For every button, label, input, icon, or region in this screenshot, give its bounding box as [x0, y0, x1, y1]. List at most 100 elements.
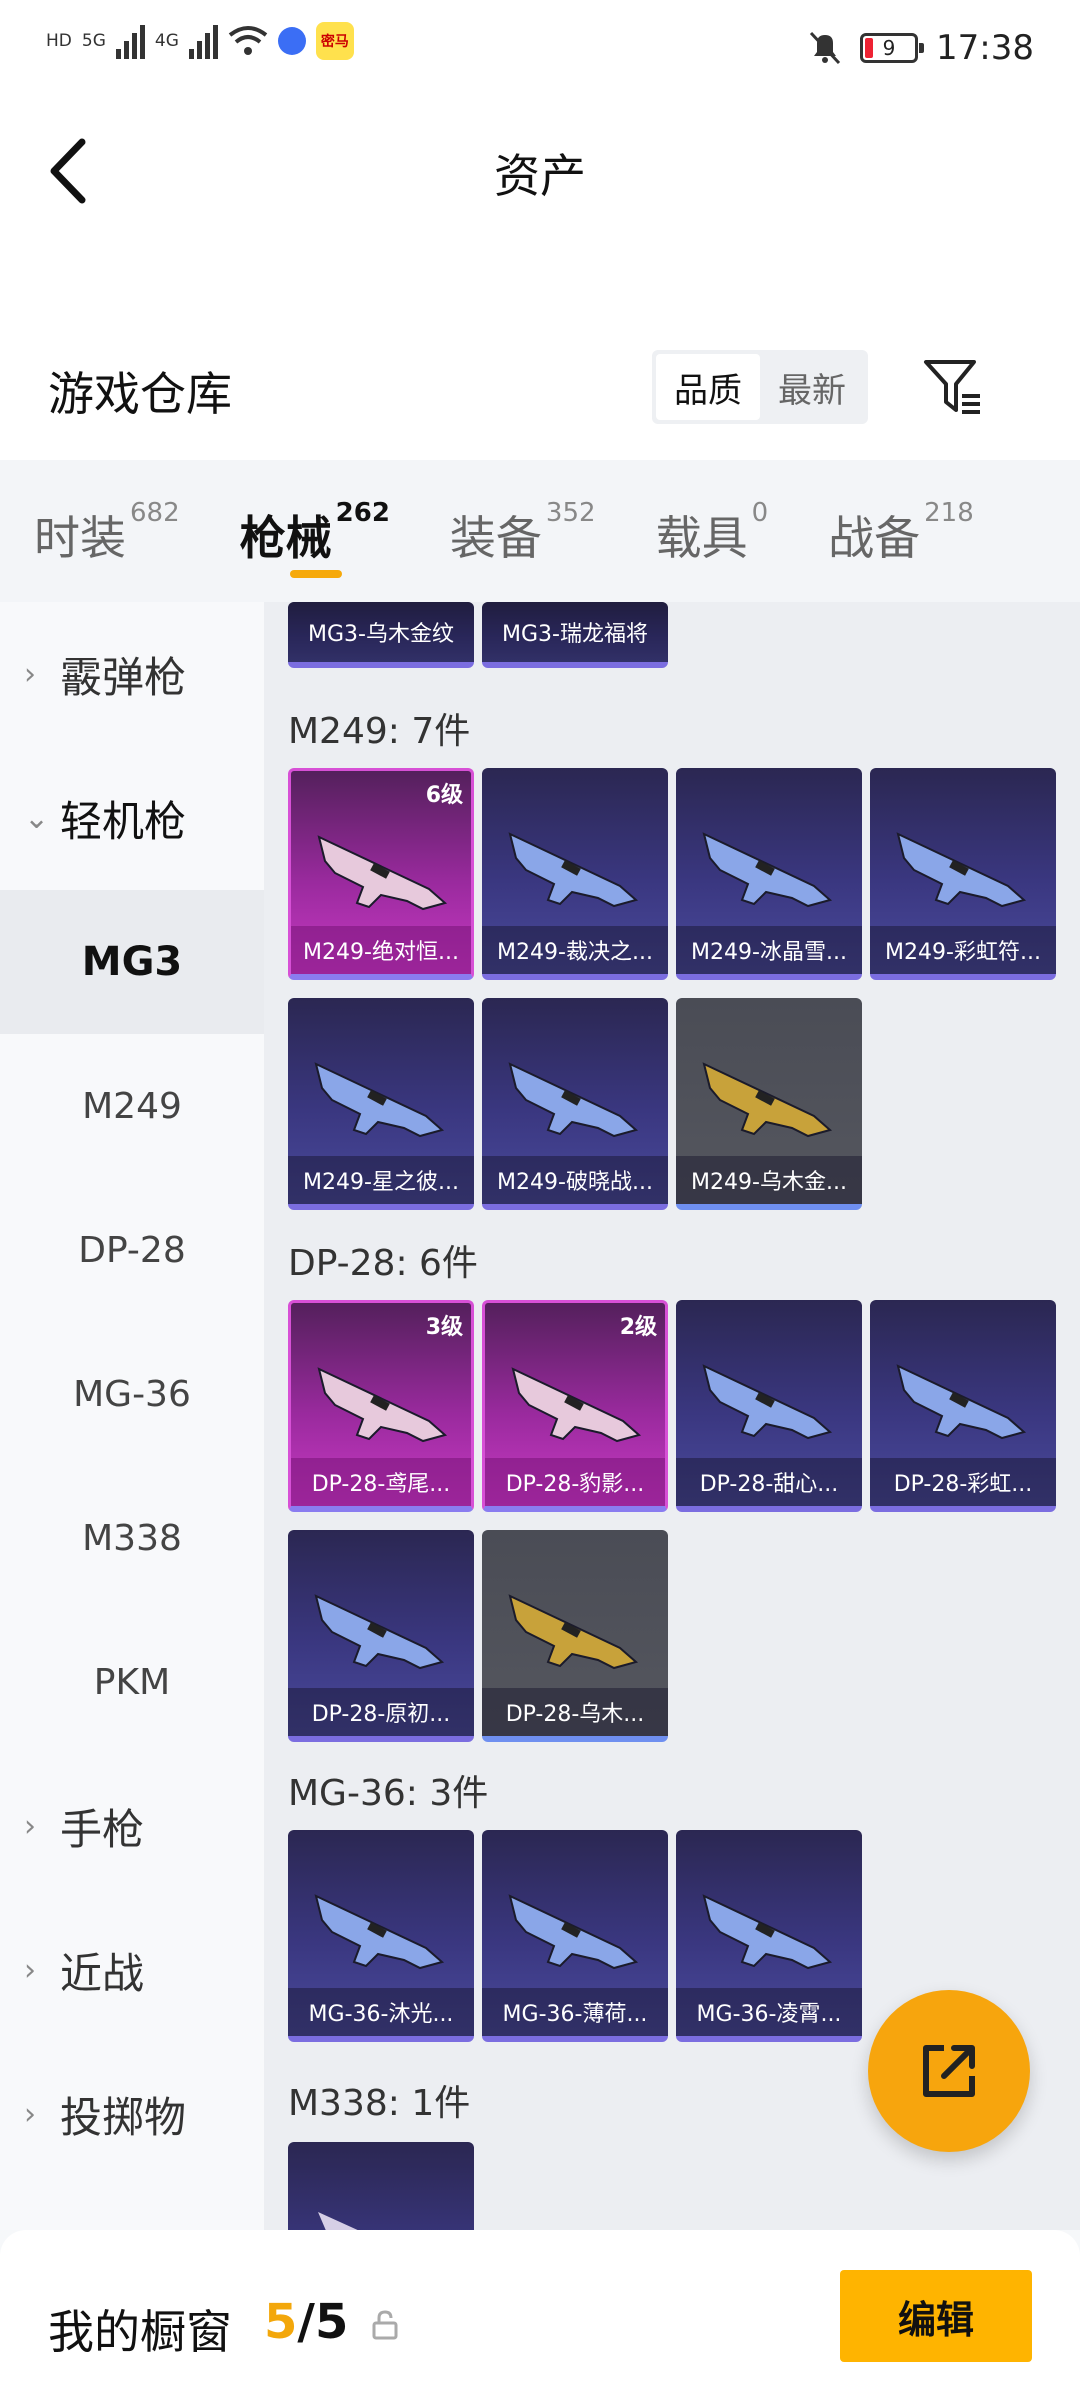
edit-button[interactable]: 编辑 — [840, 2270, 1032, 2362]
tab-vehicles[interactable]: 载具 0 — [656, 460, 769, 602]
weapon-card[interactable]: DP-28-彩虹... — [870, 1300, 1056, 1512]
tab-label: 战备 — [828, 511, 921, 565]
weapon-image — [508, 1894, 639, 1970]
tab-label: 载具 — [655, 511, 748, 565]
weapon-card[interactable]: 2级 DP-28-豹影... — [482, 1300, 668, 1512]
weapon-level-badge: 3级 — [425, 1315, 463, 1340]
weapon-name: DP-28-甜心... — [676, 1458, 862, 1506]
weapon-name: M249-星之彼... — [288, 1156, 474, 1204]
sidebar-item-mg3[interactable]: MG3 — [0, 890, 264, 1034]
sidebar-item-shotgun[interactable]: › 霰弹枪 — [0, 602, 264, 746]
category-tabs: 时装 682 枪械 262 装备 352 载具 0 战备 218 — [0, 460, 1080, 602]
sidebar-item-label: 轻机枪 — [60, 796, 187, 846]
weapon-name: DP-28-鸢尾... — [291, 1458, 471, 1506]
section-heading-dp28: DP-28: 6件 — [288, 1243, 478, 1284]
weapon-card[interactable]: MG3-乌木金纹 — [288, 602, 474, 668]
weapon-image — [314, 1894, 445, 1970]
filter-button[interactable] — [922, 358, 984, 416]
share-fab[interactable] — [868, 1990, 1030, 2152]
weapon-image — [508, 1594, 639, 1670]
weapon-image — [702, 1062, 833, 1138]
weapon-card[interactable]: MG3-瑞龙福将 — [482, 602, 668, 668]
weapon-name: MG3-乌木金纹 — [288, 602, 474, 662]
sort-toggle: 品质 最新 — [652, 350, 868, 424]
tab-equipment[interactable]: 装备 352 — [450, 460, 596, 602]
share-icon — [923, 2045, 975, 2097]
weapon-name: MG-36-凌霄... — [676, 1988, 862, 2036]
sidebar-item-lmg[interactable]: ⌄ 轻机枪 — [0, 746, 264, 890]
weapon-card[interactable]: M249-星之彼... — [288, 998, 474, 1210]
weapon-card[interactable] — [288, 2142, 474, 2230]
weapon-image — [511, 1367, 642, 1443]
tab-count: 0 — [751, 498, 769, 528]
weapon-name: DP-28-乌木... — [482, 1688, 668, 1736]
showcase-label: 我的橱窗 — [48, 2305, 232, 2359]
tab-label: 时装 — [34, 511, 126, 565]
showcase-count-total: 5 — [314, 2294, 349, 2350]
weapon-card[interactable]: M249-冰晶雪... — [676, 768, 862, 980]
weapon-image — [508, 1062, 639, 1138]
sidebar-item-mg36[interactable]: MG-36 — [0, 1322, 264, 1466]
status-bar: HD 5G 4G 密马 9 17:38 — [0, 0, 1080, 100]
weapon-card[interactable]: 3级 DP-28-鸢尾... — [288, 1300, 474, 1512]
weapon-name: DP-28-原初... — [288, 1688, 474, 1736]
filter-icon — [924, 360, 980, 414]
sidebar-item-pistol[interactable]: › 手枪 — [0, 1754, 264, 1898]
active-tab-indicator — [289, 570, 342, 578]
sidebar-item-dp28[interactable]: DP-28 — [0, 1178, 264, 1322]
chevron-right-icon: › — [24, 1952, 36, 1988]
weapon-name: M249-彩虹符... — [870, 926, 1056, 974]
showcase-count: 5/5 — [264, 2294, 348, 2350]
weapon-card[interactable]: DP-28-乌木... — [482, 1530, 668, 1742]
weapon-image — [508, 832, 639, 908]
weapon-card[interactable]: MG-36-凌霄... — [676, 1830, 862, 2042]
tab-supplies[interactable]: 战备 218 — [828, 460, 974, 602]
signal-icon — [115, 23, 145, 59]
weapon-name: M249-裁决之... — [482, 926, 668, 974]
section-heading-m338: M338: 1件 — [288, 2083, 471, 2124]
tab-fashion[interactable]: 时装 682 — [34, 460, 180, 602]
weapon-image — [896, 832, 1027, 908]
wifi-icon — [228, 26, 268, 55]
weapon-image — [702, 1364, 833, 1440]
sidebar-item-throwable[interactable]: › 投掷物 — [0, 2042, 264, 2186]
weapon-name: MG-36-沐光... — [288, 1988, 474, 2036]
weapon-card[interactable]: DP-28-甜心... — [676, 1300, 862, 1512]
weapon-name: M249-乌木金... — [676, 1156, 862, 1204]
weapon-card[interactable]: DP-28-原初... — [288, 1530, 474, 1742]
tab-weapons[interactable]: 枪械 262 — [240, 460, 390, 602]
chevron-right-icon: › — [24, 2096, 36, 2132]
weapon-card[interactable]: MG-36-沐光... — [288, 1830, 474, 2042]
sidebar-item-melee[interactable]: › 近战 — [0, 1898, 264, 2042]
weapon-image — [317, 835, 448, 911]
sort-newest-button[interactable]: 最新 — [760, 354, 864, 420]
weapon-image — [314, 1062, 445, 1138]
weapon-image — [314, 1594, 445, 1670]
4g-tag: 4G — [154, 31, 179, 51]
tab-count: 352 — [545, 498, 596, 528]
weapon-image — [896, 1364, 1027, 1440]
weapon-card[interactable]: M249-乌木金... — [676, 998, 862, 1210]
weapon-image — [702, 1894, 833, 1970]
weapon-image — [317, 1367, 448, 1443]
browser-icon — [277, 27, 306, 55]
weapon-card[interactable]: 6级 M249-绝对恒... — [288, 768, 474, 980]
sort-quality-button[interactable]: 品质 — [656, 354, 760, 420]
sidebar-item-label: 手枪 — [60, 1804, 145, 1854]
app-badge-icon: 密马 — [315, 22, 354, 60]
weapon-level-badge: 6级 — [425, 783, 463, 808]
tab-count: 682 — [130, 498, 180, 528]
weapon-name: DP-28-豹影... — [485, 1458, 665, 1506]
sidebar-item-m249[interactable]: M249 — [0, 1034, 264, 1178]
showcase-count-current: 5 — [264, 2294, 298, 2350]
5g-tag: 5G — [81, 31, 106, 51]
sidebar-item-pkm[interactable]: PKM — [0, 1610, 264, 1754]
chevron-down-icon: ⌄ — [24, 800, 50, 836]
app-header: 资产 — [0, 100, 1080, 240]
weapon-card[interactable]: M249-彩虹符... — [870, 768, 1056, 980]
tab-count: 262 — [335, 498, 390, 528]
weapon-card[interactable]: MG-36-薄荷... — [482, 1830, 668, 2042]
weapon-card[interactable]: M249-裁决之... — [482, 768, 668, 980]
weapon-card[interactable]: M249-破晓战... — [482, 998, 668, 1210]
sidebar-item-m338[interactable]: M338 — [0, 1466, 264, 1610]
